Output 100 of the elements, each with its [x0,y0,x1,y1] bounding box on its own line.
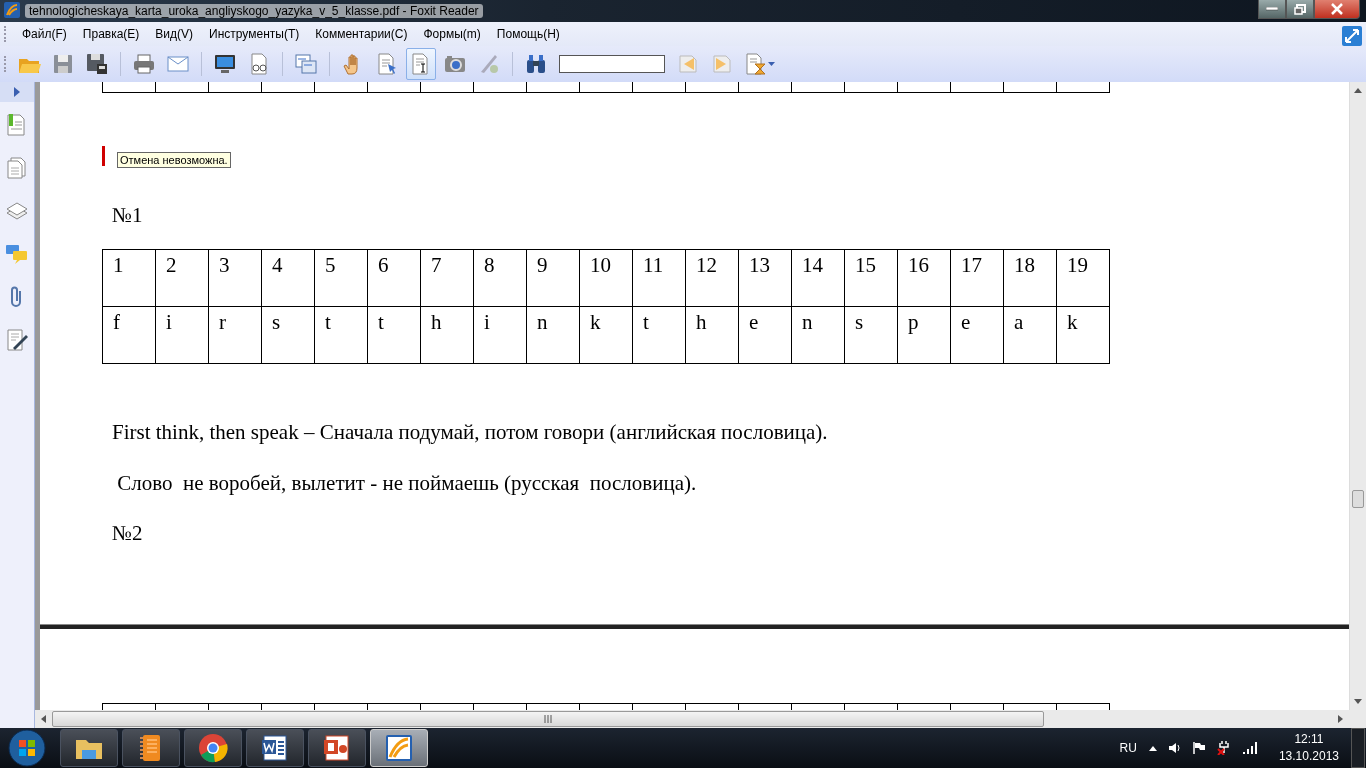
start-button[interactable] [8,729,46,767]
power-plug-icon[interactable] [1216,741,1231,755]
pages-icon[interactable] [5,156,29,180]
table-cell: t [632,306,686,363]
minimize-icon [1266,7,1278,11]
menu-item[interactable]: Комментарии(C) [307,27,416,41]
app-icon [4,1,20,18]
table-cell: r [208,306,262,363]
reader-app-icon [383,732,415,764]
taskbar-notebook-button[interactable] [122,729,180,767]
table-cell: k [1056,306,1110,363]
caret-icon [768,62,775,66]
menu-item[interactable]: Инструменты(T) [201,27,308,41]
table-cell: 18 [1003,249,1057,306]
language-indicator[interactable]: RU [1119,741,1137,755]
find-field[interactable] [559,55,665,73]
binoculars-icon [524,52,548,76]
scroll-right-icon[interactable] [1338,715,1343,723]
monitor-icon [213,52,237,76]
table-cell: 12 [685,249,739,306]
previous-result-icon [676,52,700,76]
menu-item[interactable]: Формы(m) [415,27,489,41]
show-hidden-icons-icon[interactable] [1148,745,1157,751]
table-cell: 16 [897,249,951,306]
table-cell: 3 [208,249,262,306]
table-cell: 19 [1056,249,1110,306]
browser-icon [197,732,229,764]
table-cell: i [155,306,209,363]
taskbar-reader-app-button[interactable] [370,729,428,767]
minimize-button[interactable] [1258,0,1286,19]
table-cell: h [685,306,739,363]
signal-icon[interactable] [1242,742,1257,754]
floppy-disk-icon [85,52,109,76]
paragraph: Слово не воробей, вылетит - не поймаешь (русская пословица). [116,470,697,495]
table-cell: 9 [526,249,580,306]
table-cell: 13 [738,249,792,306]
section-number: №1 [112,202,143,227]
heading-fragment [102,145,105,166]
scroll-up-icon[interactable] [1354,88,1362,93]
window-title: tehnologicheskaya_karta_uroka_angliyskogo_yazyka_v_5_klasse.pdf - Foxit Reader [25,4,483,18]
taskbar-word-document-button[interactable] [246,729,304,767]
flag-icon[interactable] [1192,742,1205,754]
table-cell: s [844,306,898,363]
table-cell: k [579,306,633,363]
menu-item[interactable]: Помощь(H) [488,27,568,41]
table-cell: t [367,306,421,363]
close-icon [1330,3,1344,15]
table-cell: n [791,306,845,363]
paragraph: First think, then speak – Сначала подумай, потом говори (английская пословица). [112,419,828,444]
table-cell: 15 [844,249,898,306]
taskbar-presentation-button[interactable] [308,729,366,767]
table-cell: 8 [473,249,527,306]
speaker-icon[interactable] [1168,742,1181,754]
taskbar-folder-button[interactable] [60,729,118,767]
table-cell: f [102,306,156,363]
table-cell: 4 [261,249,315,306]
table-cell: e [738,306,792,363]
clock[interactable]: 12:11 13.10.2013 [1278,731,1339,765]
taskbar-browser-button[interactable] [184,729,242,767]
scroll-left-icon[interactable] [41,715,46,723]
triangle-right-icon [14,87,20,97]
close-button[interactable] [1314,0,1360,19]
table-cell: h [420,306,474,363]
tooltip: Отмена невозможна. [117,151,231,168]
page-hourglass-icon [744,52,768,76]
table-cell: e [950,306,1004,363]
scroll-down-icon[interactable] [1354,699,1362,704]
pages-icon [294,52,318,76]
table-cell: 10 [579,249,633,306]
table-cell: p [897,306,951,363]
restore-button[interactable] [1286,0,1314,19]
table-cell: 2 [155,249,209,306]
next-result-icon [710,52,734,76]
table-cell: 5 [314,249,368,306]
menu-item[interactable]: Вид(V) [147,27,202,41]
show-desktop-button[interactable] [1351,728,1365,768]
table-cell: 6 [367,249,421,306]
table-cell: n [526,306,580,363]
document-pen-icon[interactable] [5,328,29,352]
menu-item[interactable]: Правка(E) [74,27,148,41]
grip-icon [544,715,552,723]
comments-icon[interactable] [5,242,29,266]
printer-icon [132,52,156,76]
restore-icon [1294,3,1306,15]
clock-time: 12:11 [1294,731,1324,748]
menu-item[interactable]: Файл(F) [14,27,75,41]
vertical-scrollbar[interactable] [1349,82,1366,710]
table-cell: i [473,306,527,363]
section-number: №2 [112,520,143,545]
table-cell: 7 [420,249,474,306]
table-cell: 1 [102,249,156,306]
table-cell: s [261,306,315,363]
table-cell: 14 [791,249,845,306]
full-screen-icon[interactable] [1342,26,1362,46]
table-cell: 11 [632,249,686,306]
expand-panel-button[interactable] [0,82,34,102]
table-cell: 17 [950,249,1004,306]
clock-date: 13.10.2013 [1278,748,1339,765]
text-select-tool-button[interactable] [406,48,436,80]
table-cell: a [1003,306,1057,363]
